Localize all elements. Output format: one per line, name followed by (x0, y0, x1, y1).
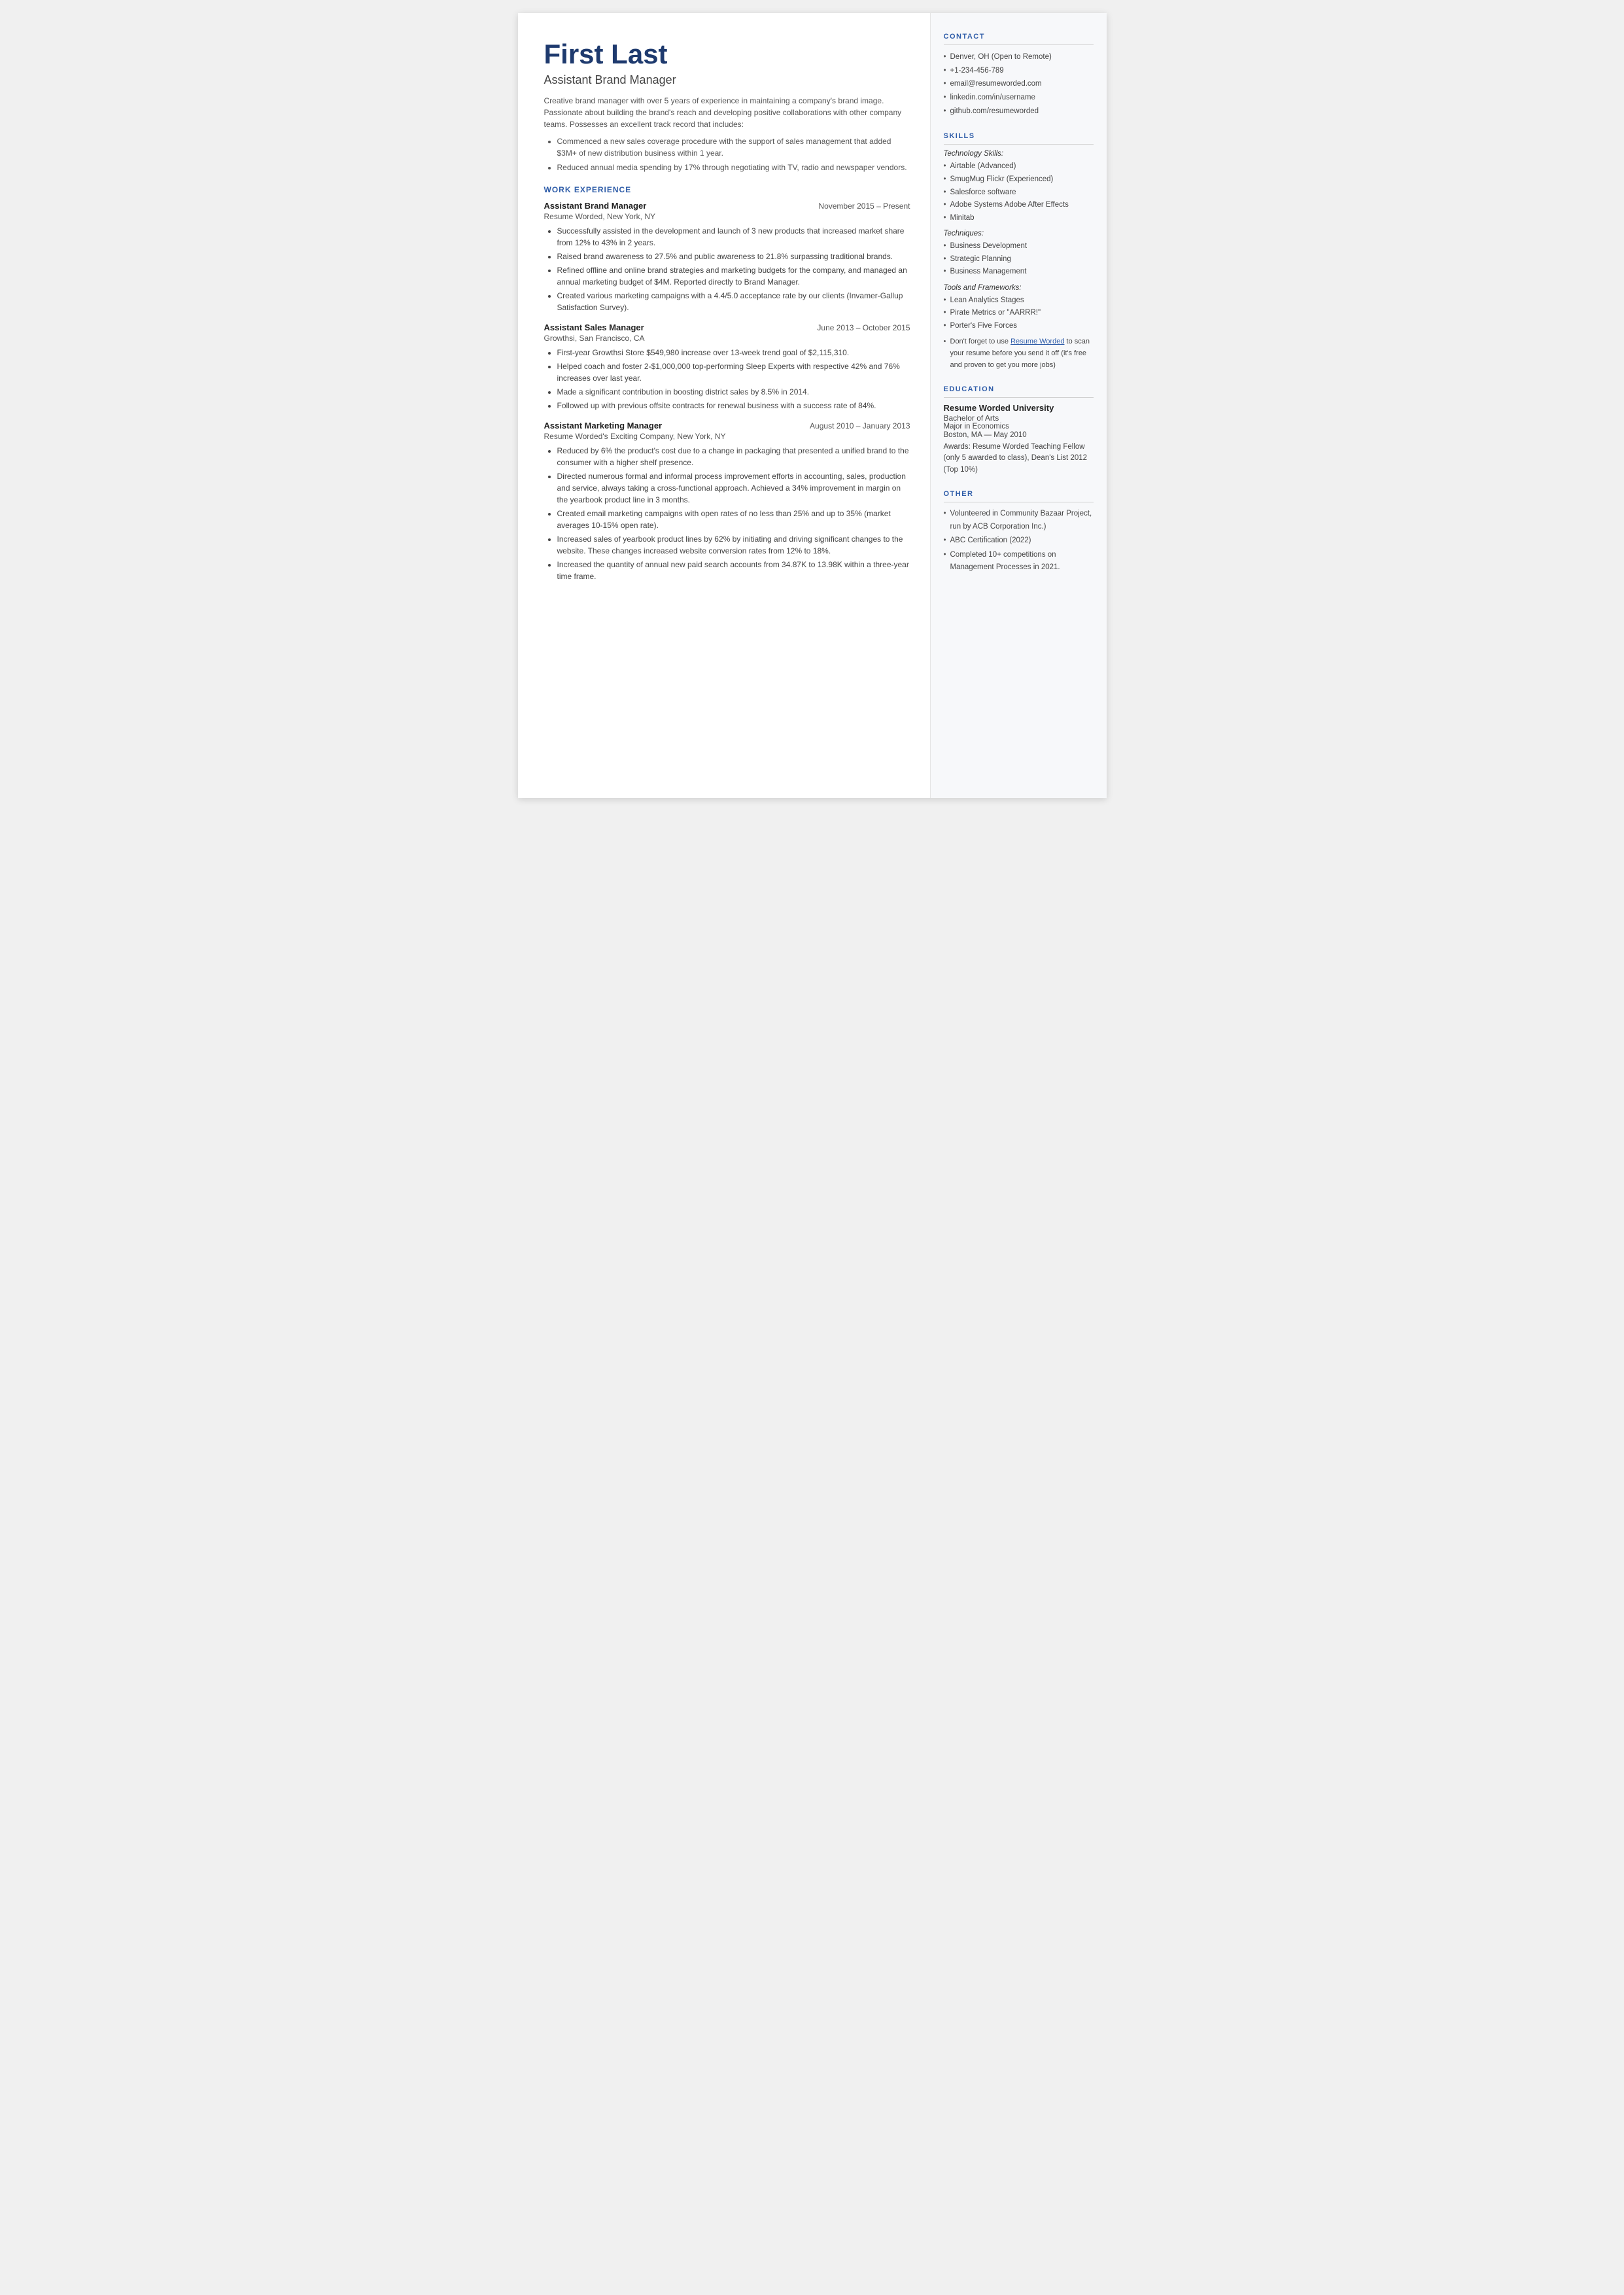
other-item-2: ABC Certification (2022) (944, 534, 1094, 548)
contact-heading: CONTACT (944, 33, 1094, 45)
tools-list: Lean Analytics Stages Pirate Metrics or … (944, 294, 1094, 333)
skill-tech-2: SmugMug Flickr (Experienced) (944, 173, 1094, 186)
skill-tool-2: Pirate Metrics or "AARRR!" (944, 307, 1094, 320)
other-list: Volunteered in Community Bazaar Project,… (944, 508, 1094, 574)
job-3-header: Assistant Marketing Manager August 2010 … (544, 421, 910, 430)
job-2-bullet-2: Helped coach and foster 2-$1,000,000 top… (557, 360, 910, 384)
skill-tech-3: Salesforce software (944, 186, 1094, 200)
job-1-company: Resume Worded, New York, NY (544, 212, 910, 221)
job-1: Assistant Brand Manager November 2015 – … (544, 201, 910, 313)
job-3: Assistant Marketing Manager August 2010 … (544, 421, 910, 582)
edu-awards: Awards: Resume Worded Teaching Fellow (o… (944, 442, 1094, 476)
job-3-title: Assistant Marketing Manager (544, 421, 663, 430)
summary-bullet-1: Commenced a new sales coverage procedure… (557, 135, 910, 159)
job-1-bullets: Successfully assisted in the development… (557, 225, 910, 313)
technology-skills-list: Airtable (Advanced) SmugMug Flickr (Expe… (944, 160, 1094, 224)
contact-phone: +1-234-456-789 (944, 64, 1094, 78)
job-2-dates: June 2013 – October 2015 (817, 323, 910, 332)
contact-linkedin: linkedin.com/in/username (944, 91, 1094, 105)
promo-text: Don't forget to use Resume Worded to sca… (944, 336, 1094, 371)
skill-tool-3: Porter's Five Forces (944, 320, 1094, 333)
techniques-list: Business Development Strategic Planning … (944, 240, 1094, 279)
skill-technique-2: Strategic Planning (944, 253, 1094, 266)
left-column: First Last Assistant Brand Manager Creat… (518, 13, 930, 798)
edu-degree: Bachelor of Arts (944, 413, 1094, 423)
summary-text: Creative brand manager with over 5 years… (544, 95, 910, 130)
job-3-bullet-2: Directed numerous formal and informal pr… (557, 470, 910, 506)
job-1-title: Assistant Brand Manager (544, 201, 647, 211)
skill-technique-3: Business Management (944, 266, 1094, 279)
education-heading: EDUCATION (944, 385, 1094, 398)
skill-tech-1: Airtable (Advanced) (944, 160, 1094, 173)
skill-technique-1: Business Development (944, 240, 1094, 253)
other-section: OTHER Volunteered in Community Bazaar Pr… (944, 490, 1094, 574)
skill-tool-1: Lean Analytics Stages (944, 294, 1094, 307)
resume-page: First Last Assistant Brand Manager Creat… (518, 13, 1107, 798)
skills-section: SKILLS Technology Skills: Airtable (Adva… (944, 132, 1094, 371)
job-3-bullets: Reduced by 6% the product's cost due to … (557, 445, 910, 582)
contact-location: Denver, OH (Open to Remote) (944, 50, 1094, 64)
technology-skills-label: Technology Skills: (944, 150, 1094, 158)
job-3-bullet-5: Increased the quantity of annual new pai… (557, 559, 910, 582)
contact-section: CONTACT Denver, OH (Open to Remote) +1-2… (944, 33, 1094, 118)
education-section: EDUCATION Resume Worded University Bache… (944, 385, 1094, 476)
other-item-3: Completed 10+ competitions on Management… (944, 549, 1094, 574)
tools-label: Tools and Frameworks: (944, 284, 1094, 292)
job-3-bullet-3: Created email marketing campaigns with o… (557, 508, 910, 531)
edu-school: Resume Worded University (944, 403, 1094, 413)
summary-bullets: Commenced a new sales coverage procedure… (557, 135, 910, 173)
job-1-header: Assistant Brand Manager November 2015 – … (544, 201, 910, 211)
candidate-title: Assistant Brand Manager (544, 73, 910, 87)
summary-bullet-2: Reduced annual media spending by 17% thr… (557, 162, 910, 173)
skills-heading: SKILLS (944, 132, 1094, 145)
job-3-company: Resume Worded's Exciting Company, New Yo… (544, 432, 910, 441)
job-2-bullet-4: Followed up with previous offsite contra… (557, 400, 910, 412)
job-2-bullets: First-year Growthsi Store $549,980 incre… (557, 347, 910, 412)
job-1-bullet-4: Created various marketing campaigns with… (557, 290, 910, 313)
promo-link[interactable]: Resume Worded (1011, 338, 1064, 345)
edu-major: Major in Economics (944, 423, 1094, 430)
job-2-header: Assistant Sales Manager June 2013 – Octo… (544, 323, 910, 332)
work-experience-heading: WORK EXPERIENCE (544, 185, 910, 194)
job-2-company: Growthsi, San Francisco, CA (544, 334, 910, 343)
skill-tech-5: Minitab (944, 212, 1094, 225)
job-2-bullet-1: First-year Growthsi Store $549,980 incre… (557, 347, 910, 359)
contact-github: github.com/resumeworded (944, 105, 1094, 118)
other-item-1: Volunteered in Community Bazaar Project,… (944, 508, 1094, 533)
job-3-bullet-1: Reduced by 6% the product's cost due to … (557, 445, 910, 468)
job-2-bullet-3: Made a significant contribution in boost… (557, 386, 910, 398)
job-1-dates: November 2015 – Present (818, 201, 910, 211)
other-heading: OTHER (944, 490, 1094, 502)
contact-email: email@resumeworded.com (944, 77, 1094, 91)
job-1-bullet-3: Refined offline and online brand strateg… (557, 264, 910, 288)
candidate-name: First Last (544, 39, 910, 69)
right-column: CONTACT Denver, OH (Open to Remote) +1-2… (930, 13, 1107, 798)
job-3-dates: August 2010 – January 2013 (810, 421, 910, 430)
job-2: Assistant Sales Manager June 2013 – Octo… (544, 323, 910, 412)
techniques-label: Techniques: (944, 230, 1094, 237)
edu-location-date: Boston, MA — May 2010 (944, 431, 1094, 439)
job-3-bullet-4: Increased sales of yearbook product line… (557, 533, 910, 557)
skill-tech-4: Adobe Systems Adobe After Effects (944, 199, 1094, 212)
job-1-bullet-1: Successfully assisted in the development… (557, 225, 910, 249)
job-1-bullet-2: Raised brand awareness to 27.5% and publ… (557, 251, 910, 262)
contact-list: Denver, OH (Open to Remote) +1-234-456-7… (944, 50, 1094, 118)
job-2-title: Assistant Sales Manager (544, 323, 644, 332)
